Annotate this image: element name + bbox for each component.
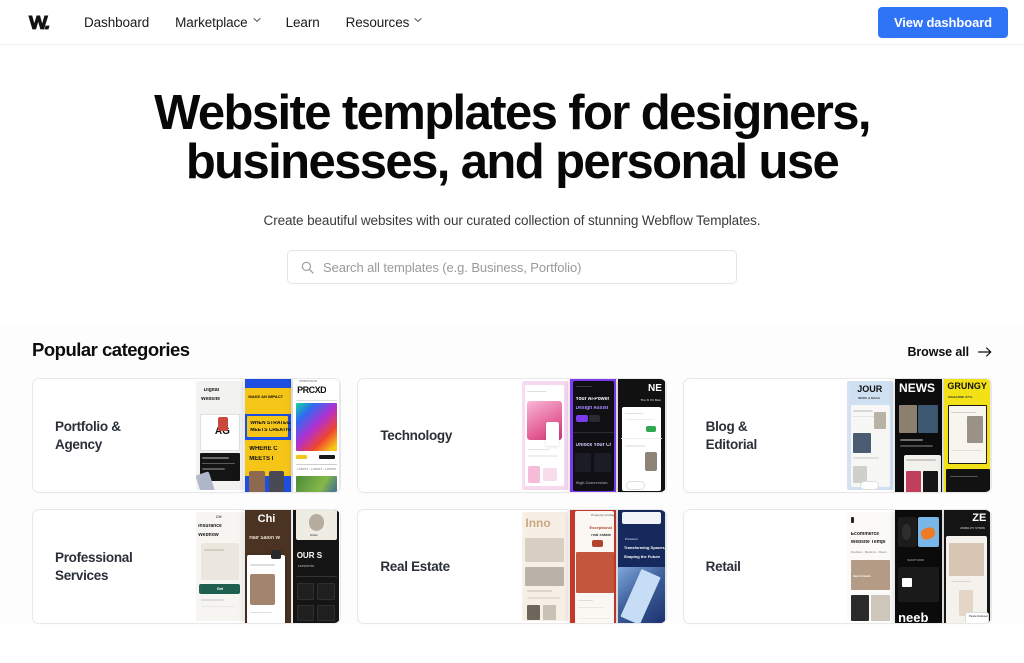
template-thumbnail: NEWS (895, 379, 942, 492)
template-thumbnail (521, 381, 568, 490)
category-thumbnail-collage: Inno Property Listing Exceptional real e… (486, 510, 666, 623)
category-thumbnail-collage: Your AI-Power Design Assist Unlock Your … (486, 379, 666, 492)
chevron-down-icon (414, 17, 422, 24)
template-thumbnail: Inno (521, 512, 568, 621)
category-label-line-1: Blog & (705, 419, 748, 435)
search-input[interactable] (323, 259, 723, 275)
category-label-line-2: Agency (55, 436, 102, 452)
page-title-line-1: Website templates for designers, (154, 86, 871, 140)
category-thumbnail-collage: Digital Website AG MAKE AN IMPACT WHEN S… (161, 379, 340, 492)
category-card-label: Professional Services (33, 549, 133, 584)
categories-heading: Popular categories (32, 339, 190, 360)
category-grid: Portfolio & Agency Digital Website AG MA… (32, 378, 992, 624)
hero-section: Website templates for designers, busines… (0, 45, 1024, 284)
browse-all-label: Browse all (907, 345, 969, 359)
chevron-down-icon (253, 17, 261, 24)
category-card-label: Portfolio & Agency (33, 418, 121, 453)
category-label-line-1: Technology (380, 427, 453, 443)
template-thumbnail: GRUNGY MAGAZINE STYL (943, 379, 990, 492)
category-thumbnail-collage: Ecommerce Website Templ Fashion · Modern… (812, 510, 991, 623)
page-title-line-2: businesses, and personal use (185, 135, 840, 189)
categories-header: Popular categories Browse all (32, 326, 992, 378)
category-card-technology[interactable]: Technology Your AI-Power Design Assist U… (357, 378, 667, 493)
template-thumbnail: Premium Transforming Spaces, Shaping the… (618, 510, 665, 623)
category-card-retail[interactable]: Retail Ecommerce Website Templ Fashion ·… (682, 509, 992, 624)
arrow-right-icon (978, 347, 992, 357)
nav-link-learn[interactable]: Learn (273, 0, 333, 45)
category-card-label: Blog & Editorial (684, 418, 758, 453)
nav-link-marketplace-label: Marketplace (175, 14, 248, 30)
category-card-professional-services[interactable]: Professional Services CH Insurance Webfl… (32, 509, 342, 624)
primary-nav: Dashboard Marketplace Learn Resources (71, 0, 434, 45)
category-label-line-2: Services (55, 567, 109, 583)
category-label-line-2: Editorial (705, 436, 758, 452)
template-thumbnail: ZE JEWELRY STORE Paste Indexer (943, 510, 990, 623)
search-bar[interactable] (287, 250, 737, 284)
category-thumbnail-collage: JOUR NEWS & MAGA NEWS GRUNGY MAGAZINE ST… (812, 379, 991, 492)
view-dashboard-button[interactable]: View dashboard (877, 7, 1008, 38)
template-thumbnail: Chi Hair Salon W (244, 510, 291, 623)
category-label-line-1: Portfolio & (55, 419, 121, 435)
webflow-logo[interactable] (25, 11, 55, 33)
template-thumbnail: Ecommerce Website Templ Fashion · Modern… (847, 512, 894, 621)
template-thumbnail: MAKE AN IMPACT WHEN STRATEGY MEETS CREAT… (244, 379, 291, 492)
category-card-label: Real Estate (358, 558, 450, 575)
nav-link-marketplace[interactable]: Marketplace (162, 0, 272, 45)
category-card-blog-editorial[interactable]: Blog & Editorial JOUR NEWS & MAGA NEWS G… (682, 378, 992, 493)
template-thumbnail: Digital Website AG (196, 381, 243, 490)
category-thumbnail-collage: CH Insurance Webflow Get Chi Hair Salon … (161, 510, 340, 623)
template-thumbnail: Property Listing Exceptional real estate (569, 510, 617, 623)
template-thumbnail: Order OUR S EXPERTISE (292, 510, 340, 623)
nav-link-resources-label: Resources (345, 14, 410, 30)
category-card-label: Technology (358, 427, 452, 444)
template-thumbnail: NE The Fi Ch Man (618, 379, 665, 492)
template-thumbnail: JOUR NEWS & MAGA (847, 381, 894, 490)
nav-link-dashboard[interactable]: Dashboard (71, 0, 162, 45)
category-card-portfolio-agency[interactable]: Portfolio & Agency Digital Website AG MA… (32, 378, 342, 493)
top-navbar: Dashboard Marketplace Learn Resources Vi… (0, 0, 1024, 45)
category-label-line-1: Professional (55, 550, 133, 566)
template-thumbnail: SHOP NOW neeb (895, 510, 942, 623)
template-thumbnail: Your AI-Power Design Assist Unlock Your … (569, 379, 617, 492)
browse-all-link[interactable]: Browse all (907, 345, 992, 361)
hero-subtitle: Create beautiful websites with our curat… (263, 213, 761, 228)
template-thumbnail: PORTFOLIO PRCXD LATEST · LATEST · LATEST (292, 379, 340, 492)
category-card-label: Retail (684, 558, 741, 575)
category-label-line-1: Real Estate (380, 558, 450, 574)
template-thumbnail: CH Insurance Webflow Get (196, 512, 243, 621)
page-title: Website templates for designers, busines… (132, 89, 892, 187)
nav-link-dashboard-label: Dashboard (84, 14, 150, 30)
nav-link-resources[interactable]: Resources (333, 0, 435, 45)
category-label-line-1: Retail (705, 558, 741, 574)
category-card-real-estate[interactable]: Real Estate Inno Property Listing Except… (357, 509, 667, 624)
popular-categories-section: Popular categories Browse all Portfolio … (0, 325, 1024, 624)
nav-link-learn-label: Learn (285, 14, 320, 30)
search-icon (301, 261, 314, 274)
